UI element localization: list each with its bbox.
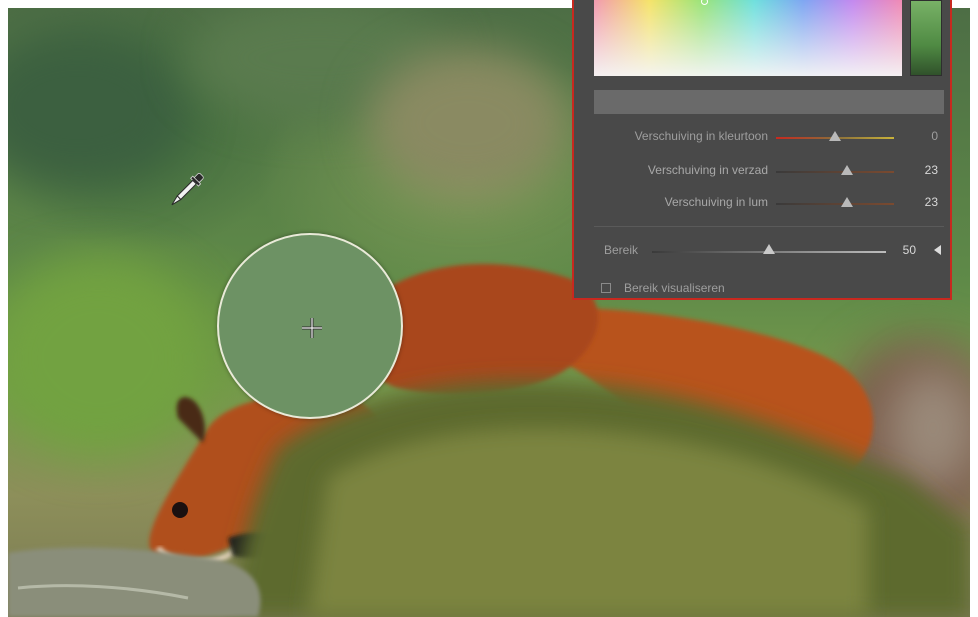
crosshair-icon	[302, 318, 322, 338]
hue-shift-value: 0	[931, 129, 938, 143]
color-adjust-panel: Verschuiving in kleurtoon 0 Verschuiving…	[572, 0, 952, 300]
luminance-shift-row: Verschuiving in lum 23	[574, 195, 954, 213]
saturation-shift-row: Verschuiving in verzad 23	[574, 163, 954, 181]
hue-shift-row: Verschuiving in kleurtoon 0	[574, 129, 954, 147]
hue-shift-label: Verschuiving in kleurtoon	[634, 129, 768, 143]
luminance-shift-handle[interactable]	[841, 197, 853, 207]
hue-shift-handle[interactable]	[829, 131, 841, 141]
visualize-range-label[interactable]: Bereik visualiseren	[624, 281, 725, 295]
color-sample-loupe[interactable]	[217, 233, 403, 419]
luminance-shift-value: 23	[924, 195, 938, 209]
visualize-range-checkbox[interactable]	[601, 283, 611, 293]
color-preview-bar	[594, 90, 944, 114]
target-color-swatch	[910, 0, 942, 76]
range-options-arrow-icon[interactable]	[934, 245, 941, 255]
panel-divider	[594, 226, 944, 227]
range-label: Bereik	[604, 243, 639, 257]
eyedropper-icon	[171, 173, 204, 206]
saturation-shift-slider[interactable]	[776, 171, 894, 173]
luminance-shift-slider[interactable]	[776, 203, 894, 205]
luminance-shift-label: Verschuiving in lum	[664, 195, 768, 209]
saturation-shift-label: Verschuiving in verzad	[647, 163, 768, 177]
spectrum-marker[interactable]	[701, 0, 708, 5]
range-handle[interactable]	[763, 244, 775, 254]
color-spectrum[interactable]	[594, 0, 902, 76]
range-value: 50	[902, 243, 916, 257]
saturation-shift-handle[interactable]	[841, 165, 853, 175]
saturation-shift-value: 23	[924, 163, 938, 177]
